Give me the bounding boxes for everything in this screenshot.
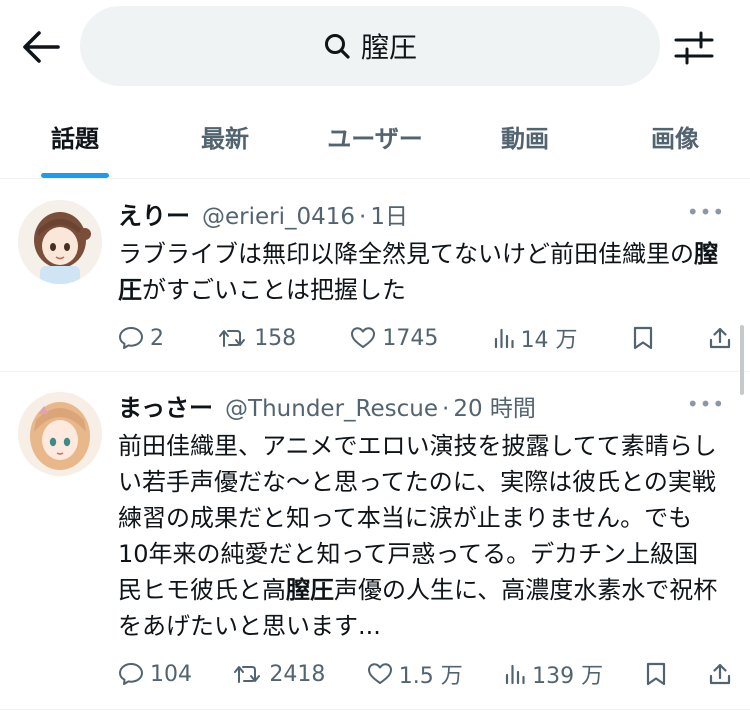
tweet-body: えりー @erieri_0416 · 1日 ••• ラブライブは無印以降全然見て… [118, 196, 726, 308]
tweet-actions: 2 158 1745 14 万 [118, 318, 732, 358]
tweet-text: ラブライブは無印以降全然見てないけど前田佳織里の膣圧がすごいことは把握した [118, 236, 722, 308]
reply-icon [119, 327, 143, 349]
avatar[interactable] [18, 392, 102, 476]
bookmark-button[interactable] [645, 662, 667, 686]
reply-button[interactable]: 2 [118, 326, 164, 351]
tab-label: ユーザー [327, 125, 423, 153]
tab-images[interactable]: 画像 [600, 95, 750, 178]
like-icon [367, 663, 392, 684]
avatar-illustration [18, 200, 102, 284]
views-count: 139 万 [532, 664, 604, 689]
handle[interactable]: @erieri_0416 [202, 204, 355, 230]
tweet-body: まっさー @Thunder_Rescue · 20 時間 ••• 前田佳織里、ア… [118, 388, 726, 644]
reply-count: 2 [150, 325, 164, 351]
more-icon: ••• [686, 392, 726, 416]
search-icon [324, 34, 350, 59]
filter-button[interactable] [672, 26, 716, 70]
tab-trending[interactable]: 話題 [0, 95, 150, 178]
like-count: 1745 [382, 325, 439, 351]
timestamp[interactable]: 20 時間 [453, 389, 536, 423]
bookmark-button[interactable] [632, 326, 654, 350]
views-button[interactable]: 139 万 [504, 658, 603, 690]
display-name[interactable]: まっさー [118, 388, 213, 423]
tweet[interactable]: えりー @erieri_0416 · 1日 ••• ラブライブは無印以降全然見て… [0, 180, 750, 372]
share-icon [709, 663, 731, 685]
filter-icon [674, 31, 714, 65]
separator-dot: · [359, 204, 367, 230]
share-icon [709, 327, 731, 349]
tab-users[interactable]: ユーザー [300, 95, 450, 178]
reply-icon [119, 663, 143, 685]
search-query: 膣圧 [360, 31, 417, 64]
more-icon: ••• [686, 200, 726, 224]
share-button[interactable] [708, 662, 732, 686]
search-tabs: 話題 最新 ユーザー 動画 画像 [0, 95, 750, 179]
retweet-icon [234, 666, 261, 683]
display-name[interactable]: えりー [118, 196, 190, 231]
retweet-count: 2418 [269, 661, 326, 687]
more-button[interactable]: ••• [686, 198, 726, 226]
separator-dot: · [442, 396, 450, 422]
more-button[interactable]: ••• [686, 390, 726, 418]
tweet[interactable]: まっさー @Thunder_Rescue · 20 時間 ••• 前田佳織里、ア… [0, 372, 750, 710]
tab-videos[interactable]: 動画 [450, 95, 600, 178]
avatar-illustration [18, 392, 102, 476]
tab-latest[interactable]: 最新 [150, 95, 300, 178]
like-count: 1.5 万 [398, 664, 463, 689]
tab-label: 動画 [501, 125, 549, 153]
like-icon [351, 327, 376, 348]
retweet-button[interactable]: 2418 [233, 662, 325, 687]
retweet-icon [219, 330, 246, 347]
views-icon [506, 664, 525, 685]
like-button[interactable]: 1745 [350, 326, 438, 351]
views-count: 14 万 [520, 328, 578, 353]
scrollbar[interactable] [740, 325, 744, 395]
retweet-button[interactable]: 158 [218, 326, 296, 351]
share-button[interactable] [708, 326, 732, 350]
handle[interactable]: @Thunder_Rescue [225, 396, 438, 422]
tweet-actions: 104 2418 1.5 万 139 万 [118, 654, 732, 694]
tweet-header: まっさー @Thunder_Rescue · 20 時間 [118, 388, 722, 422]
top-bar: 膣圧 [0, 0, 750, 95]
timestamp[interactable]: 1日 [370, 197, 408, 231]
tweet-header: えりー @erieri_0416 · 1日 [118, 196, 722, 230]
back-arrow-icon [23, 31, 60, 63]
like-button[interactable]: 1.5 万 [367, 658, 463, 690]
tweet-text-part: がすごいことは把握した [142, 276, 406, 304]
retweet-count: 158 [254, 325, 297, 351]
search-input[interactable]: 膣圧 [80, 6, 660, 86]
views-button[interactable]: 14 万 [493, 322, 578, 354]
back-button[interactable] [20, 26, 62, 68]
bookmark-icon [633, 326, 652, 350]
tweet-text-part: ラブライブは無印以降全然見てないけど前田佳織里の [118, 240, 694, 268]
active-tab-indicator [41, 173, 109, 178]
bookmark-icon [646, 662, 665, 686]
tab-label: 話題 [51, 125, 99, 153]
tweet-text: 前田佳織里、アニメでエロい演技を披露してて素晴らしい若手声優だな〜と思ってたのに… [118, 428, 722, 644]
tab-label: 最新 [201, 125, 249, 153]
reply-button[interactable]: 104 [118, 662, 192, 687]
views-icon [494, 328, 514, 349]
reply-count: 104 [150, 661, 192, 687]
avatar[interactable] [18, 200, 102, 284]
tab-label: 画像 [651, 125, 699, 153]
search-highlight: 膣圧 [286, 576, 334, 604]
